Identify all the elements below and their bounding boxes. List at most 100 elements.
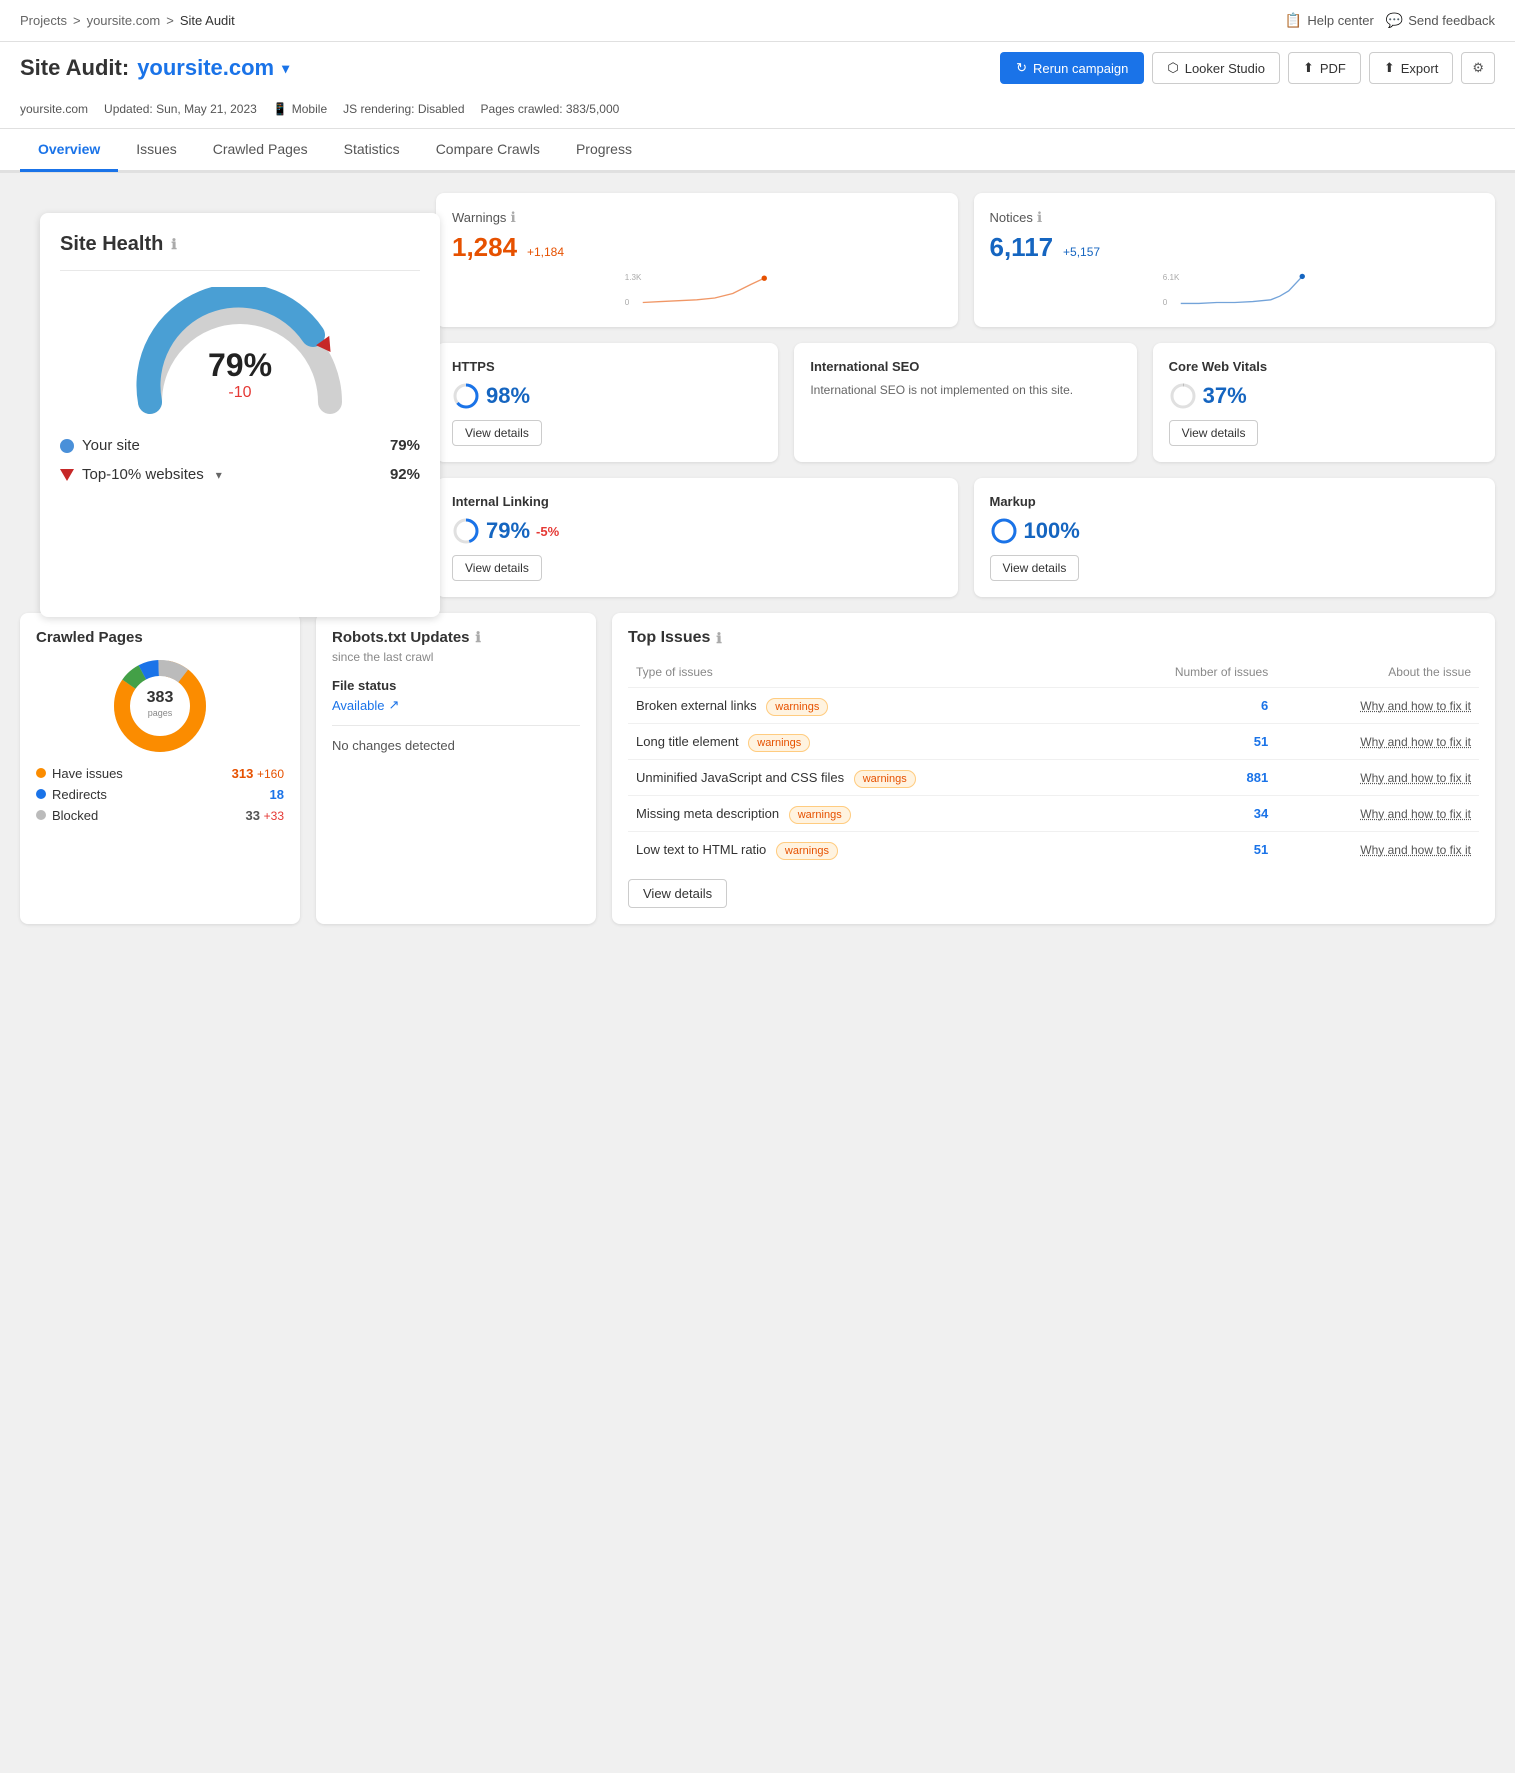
tab-compare-crawls[interactable]: Compare Crawls [418,129,558,172]
tab-issues[interactable]: Issues [118,129,194,172]
site-health-info-icon[interactable]: ℹ [171,236,176,253]
your-site-label: Your site [82,437,140,454]
cwv-circle-icon [1169,382,1197,410]
rerun-campaign-button[interactable]: ↻ Rerun campaign [1000,52,1144,84]
tab-progress[interactable]: Progress [558,129,650,172]
upload-icon: ⬆ [1303,60,1314,76]
issue-count: 6 [1101,688,1276,724]
svg-text:0: 0 [1162,298,1167,307]
meta-rendering: JS rendering: Disabled [343,102,464,116]
cwv-value: 37% [1203,383,1247,409]
notices-chart: 6.1K 0 [990,271,1480,307]
internal-linking-circle-icon [452,517,480,545]
svg-text:0: 0 [625,298,630,307]
site-health-card: Site Health ℹ [40,213,440,617]
your-site-value: 79% [390,437,420,454]
mobile-icon: 📱 [273,102,288,116]
why-fix-link[interactable]: Why and how to fix it [1360,699,1471,713]
pdf-button[interactable]: ⬆ PDF [1288,52,1361,84]
issue-tag: warnings [748,734,810,752]
markup-view-details-button[interactable]: View details [990,555,1080,581]
blocked-delta: +33 [264,809,284,823]
issue-label: Missing meta description warnings [628,796,1101,832]
issue-count: 51 [1101,724,1276,760]
breadcrumb-domain[interactable]: yoursite.com [87,13,161,28]
why-fix-link[interactable]: Why and how to fix it [1360,807,1471,821]
issue-label: Broken external links warnings [628,688,1101,724]
top-issues-title: Top Issues [628,629,710,647]
internal-linking-value: 79% [486,518,530,544]
site-health-title: Site Health [60,233,163,256]
meta-pages: Pages crawled: 383/5,000 [481,102,620,116]
gauge-container: 79% -10 [60,287,420,407]
markup-circle-icon [990,517,1018,545]
breadcrumb-sep1: > [73,13,81,28]
issue-count: 881 [1101,760,1276,796]
core-web-vitals-title: Core Web Vitals [1169,359,1479,374]
export-icon: ⬆ [1384,60,1395,76]
svg-text:pages: pages [148,708,173,718]
gauge-delta: -10 [208,384,272,402]
robots-since: since the last crawl [332,650,580,664]
col-count-header: Number of issues [1101,661,1276,688]
cwv-view-details-button[interactable]: View details [1169,420,1259,446]
warnings-delta: +1,184 [527,245,564,259]
robots-info-icon[interactable]: ℹ [476,629,481,646]
looker-studio-button[interactable]: ⬡ Looker Studio [1152,52,1280,84]
looker-icon: ⬡ [1167,60,1178,76]
issue-label: Unminified JavaScript and CSS files warn… [628,760,1101,796]
https-circle-icon [452,382,480,410]
gear-icon: ⚙ [1472,60,1484,75]
export-button[interactable]: ⬆ Export [1369,52,1453,84]
refresh-icon: ↻ [1016,60,1027,76]
why-fix-link[interactable]: Why and how to fix it [1360,735,1471,749]
have-issues-delta: +160 [257,767,284,781]
your-site-dot [60,439,74,453]
top10-chevron-icon[interactable]: ▾ [216,468,222,482]
markup-value: 100% [1024,518,1080,544]
domain-selector[interactable]: yoursite.com [137,55,274,81]
top-issues-view-details-button[interactable]: View details [628,879,727,908]
page-title: Site Audit: yoursite.com ▾ [20,55,289,81]
blocked-count: 33 [246,808,260,823]
external-link-icon: ↗ [389,697,400,713]
tab-statistics[interactable]: Statistics [326,129,418,172]
file-status-title: File status [332,678,580,693]
why-fix-link[interactable]: Why and how to fix it [1360,843,1471,857]
tab-crawled-pages[interactable]: Crawled Pages [195,129,326,172]
tab-overview[interactable]: Overview [20,129,118,172]
available-link[interactable]: Available ↗ [332,697,580,713]
meta-device: 📱 Mobile [273,102,327,116]
domain-chevron-icon[interactable]: ▾ [282,60,289,77]
gauge-percent: 79% [208,347,272,384]
issue-tag: warnings [854,770,916,788]
breadcrumb-current: Site Audit [180,13,235,28]
warnings-info-icon[interactable]: ℹ [510,209,515,226]
gauge-legend: Your site 79% Top-10% websites ▾ 92% [60,427,420,493]
top-issues-info-icon[interactable]: ℹ [716,630,721,647]
breadcrumb-projects[interactable]: Projects [20,13,67,28]
notices-info-icon[interactable]: ℹ [1037,209,1042,226]
have-issues-count: 313 [232,766,254,781]
notices-delta: +5,157 [1063,245,1100,259]
have-issues-label: Have issues [52,766,123,781]
robots-title-text: Robots.txt Updates [332,629,470,646]
help-center-link[interactable]: 📋 Help center [1285,12,1374,29]
why-fix-link[interactable]: Why and how to fix it [1360,771,1471,785]
https-view-details-button[interactable]: View details [452,420,542,446]
redirects-label: Redirects [52,787,107,802]
table-row: Unminified JavaScript and CSS files warn… [628,760,1479,796]
help-icon: 📋 [1285,12,1302,29]
col-about-header: About the issue [1276,661,1479,688]
send-feedback-button[interactable]: 💬 Send feedback [1386,12,1495,29]
notices-card: Notices ℹ 6,117 +5,157 6.1K 0 [974,193,1496,327]
settings-button[interactable]: ⚙ [1461,52,1495,84]
https-card: HTTPS 98% View details [436,343,778,462]
issue-tag: warnings [766,698,828,716]
svg-text:383: 383 [147,689,174,706]
no-changes-text: No changes detected [332,738,580,753]
international-seo-card: International SEO International SEO is n… [794,343,1136,462]
warnings-value: 1,284 [452,232,517,262]
internal-linking-view-details-button[interactable]: View details [452,555,542,581]
issue-tag: warnings [789,806,851,824]
